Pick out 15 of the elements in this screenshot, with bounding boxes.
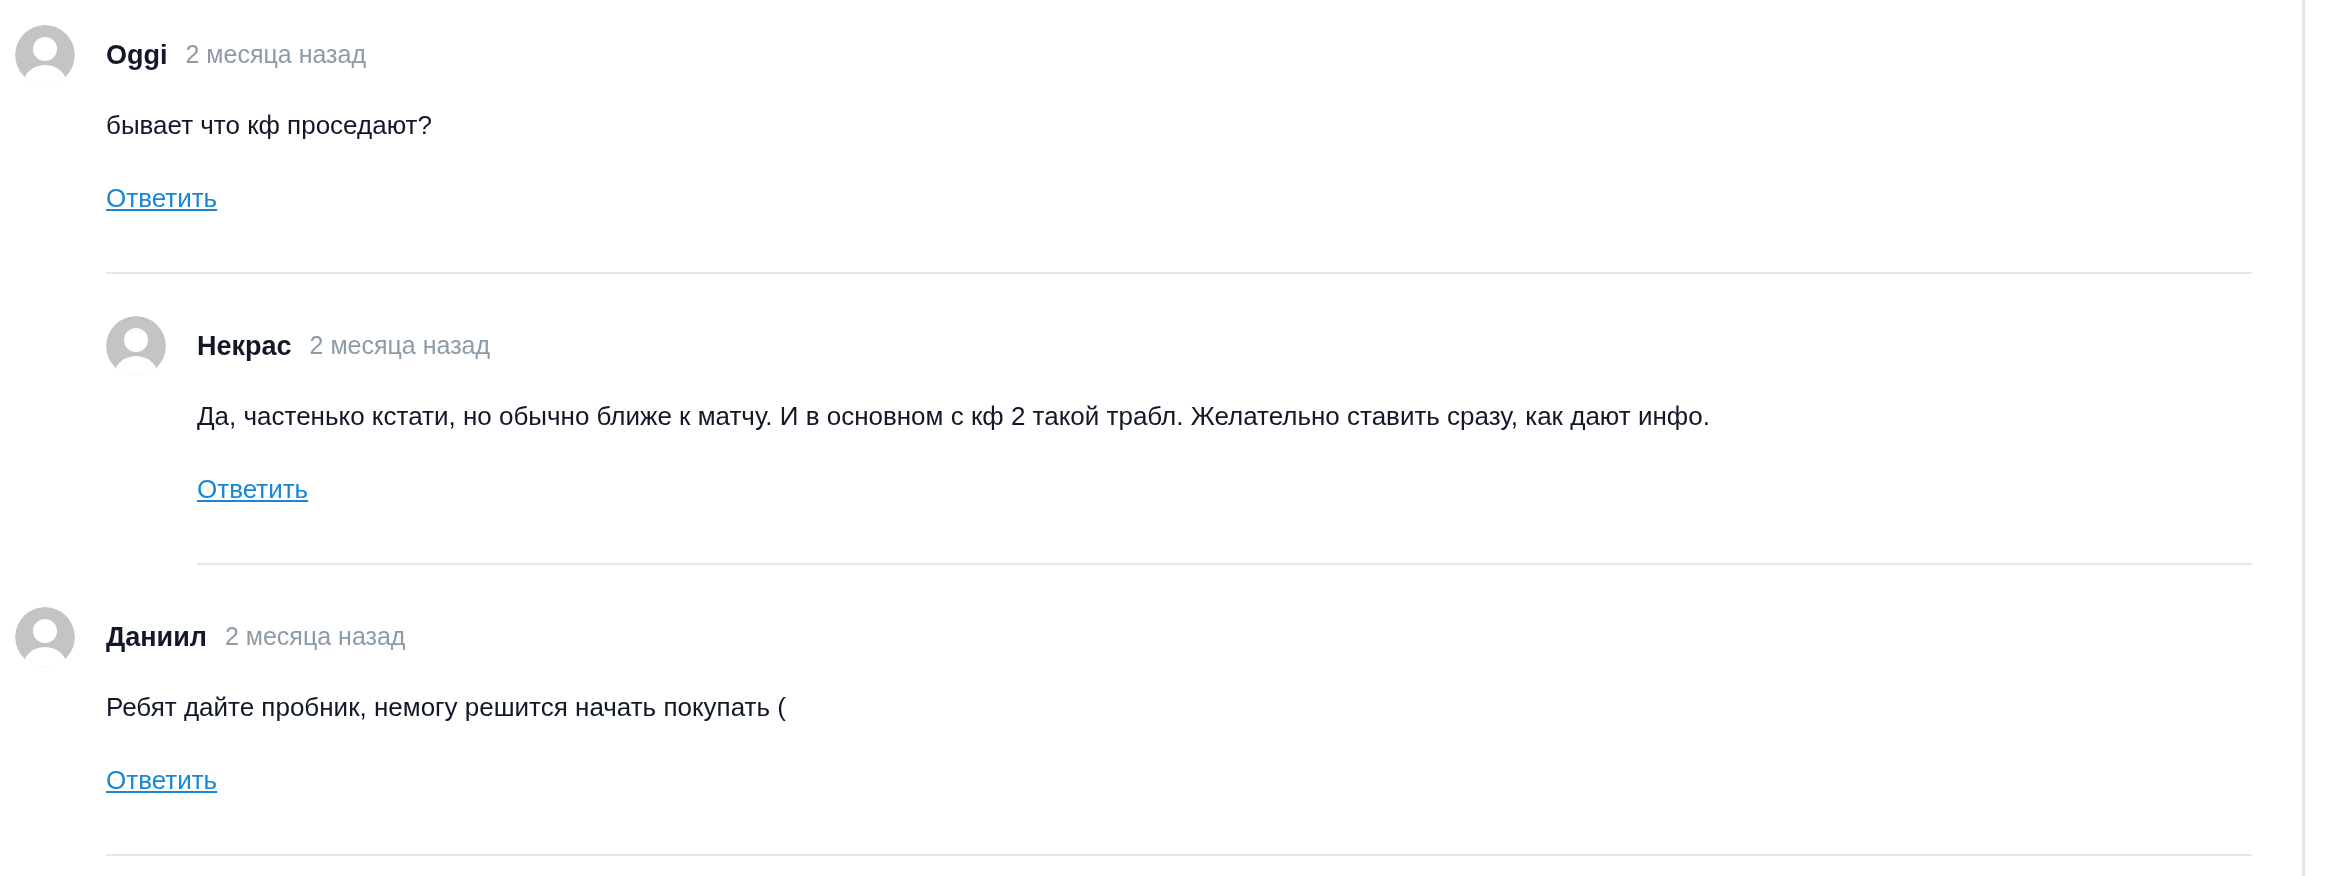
reply-link[interactable]: Ответить xyxy=(197,471,309,507)
comment-date: 2 месяца назад xyxy=(309,330,491,362)
reply-link[interactable]: Ответить xyxy=(106,762,218,798)
author-name: Некрас xyxy=(197,329,292,363)
comment-text: бывает что кф проседают? xyxy=(106,109,433,142)
avatar-icon xyxy=(106,316,166,376)
avatar-icon xyxy=(15,25,75,85)
comment-date: 2 месяца назад xyxy=(224,621,406,653)
reply-link[interactable]: Ответить xyxy=(106,180,218,216)
comment-text: Да, частенько кстати, но обычно ближе к матчу. И в основном с кф 2 такой трабл. Желательно ставить сразу, как дают инфо. xyxy=(197,400,1711,433)
avatar-icon xyxy=(15,607,75,667)
author-name: Oggi xyxy=(106,38,168,72)
comment-date: 2 месяца назад xyxy=(185,39,367,71)
comment-text: Ребят дайте пробник, немогу решится начать покупать ( xyxy=(106,691,787,724)
author-name: Даниил xyxy=(106,620,207,654)
